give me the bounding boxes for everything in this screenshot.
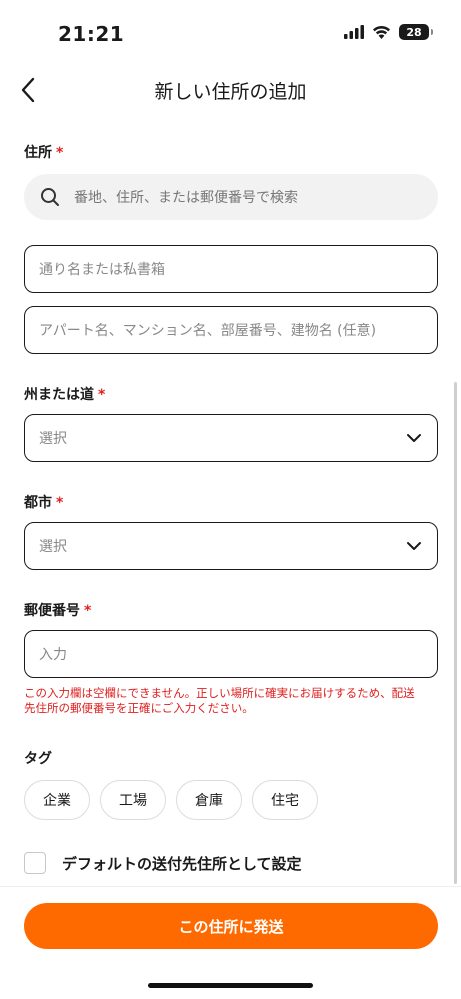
apartment-field[interactable]: アパート名、マンション名、部屋番号、建物名 (任意) xyxy=(24,306,438,354)
default-address-checkbox[interactable] xyxy=(24,852,46,874)
battery-icon: 28 xyxy=(399,24,433,40)
city-label: 都市 * xyxy=(24,492,63,512)
status-bar: 21:21 28 xyxy=(0,0,461,66)
street-placeholder: 通り名または私書箱 xyxy=(39,262,165,278)
street-field[interactable]: 通り名または私書箱 xyxy=(24,245,438,293)
required-mark: * xyxy=(98,387,106,403)
ship-to-this-address-button[interactable]: この住所に発送 xyxy=(24,903,438,949)
search-icon xyxy=(41,188,59,206)
nav-bar: 新しい住所の追加 xyxy=(0,66,461,114)
postal-error-line-1: この入力欄は空欄にできません。正しい場所に確実にお届けするため、配送 xyxy=(24,686,415,700)
tag-chip-factory[interactable]: 工場 xyxy=(100,780,166,820)
tag-chip-residence[interactable]: 住宅 xyxy=(252,780,318,820)
page-title: 新しい住所の追加 xyxy=(154,81,307,103)
postal-label: 郵便番号 * xyxy=(24,600,91,620)
state-select[interactable]: 選択 xyxy=(24,414,438,462)
search-placeholder: 番地、住所、または郵便番号で検索 xyxy=(74,190,298,206)
battery-level: 28 xyxy=(406,25,422,39)
city-label-text: 都市 xyxy=(24,495,52,511)
tag-chip-warehouse[interactable]: 倉庫 xyxy=(176,780,242,820)
address-label-text: 住所 xyxy=(24,145,52,161)
tag-chip-row: 企業 工場 倉庫 住宅 xyxy=(24,780,318,820)
tags-label: タグ xyxy=(24,751,52,767)
chevron-down-icon xyxy=(407,434,421,442)
tag-chip-company[interactable]: 企業 xyxy=(24,780,90,820)
city-select-value: 選択 xyxy=(39,539,67,555)
state-label-text: 州または道 xyxy=(24,387,94,403)
required-mark: * xyxy=(56,145,64,161)
postal-code-input[interactable]: 入力 xyxy=(24,630,438,678)
city-select[interactable]: 選択 xyxy=(24,522,438,570)
address-search-input[interactable]: 番地、住所、または郵便番号で検索 xyxy=(24,174,438,220)
postal-error-line-2: 先住所の郵便番号を正確にご入力ください。 xyxy=(24,701,254,715)
address-label: 住所 * xyxy=(24,142,63,162)
scrollbar[interactable] xyxy=(454,382,457,884)
default-address-label: デフォルトの送付先住所として設定 xyxy=(62,854,302,873)
required-mark: * xyxy=(56,495,64,511)
wifi-icon xyxy=(373,25,390,39)
postal-placeholder: 入力 xyxy=(39,647,67,663)
required-mark: * xyxy=(84,603,92,619)
signal-icon xyxy=(344,25,364,39)
apartment-placeholder: アパート名、マンション名、部屋番号、建物名 (任意) xyxy=(39,323,377,339)
footer-divider xyxy=(0,886,461,887)
state-select-value: 選択 xyxy=(39,431,67,447)
postal-label-text: 郵便番号 xyxy=(24,603,80,619)
state-label: 州または道 * xyxy=(24,384,105,404)
status-icons: 28 xyxy=(344,24,433,40)
status-time: 21:21 xyxy=(58,22,125,46)
home-indicator xyxy=(148,983,313,988)
chevron-down-icon xyxy=(407,542,421,550)
postal-error-message: この入力欄は空欄にできません。正しい場所に確実にお届けするため、配送 先住所の郵… xyxy=(24,686,444,716)
default-address-row[interactable]: デフォルトの送付先住所として設定 xyxy=(24,852,302,874)
